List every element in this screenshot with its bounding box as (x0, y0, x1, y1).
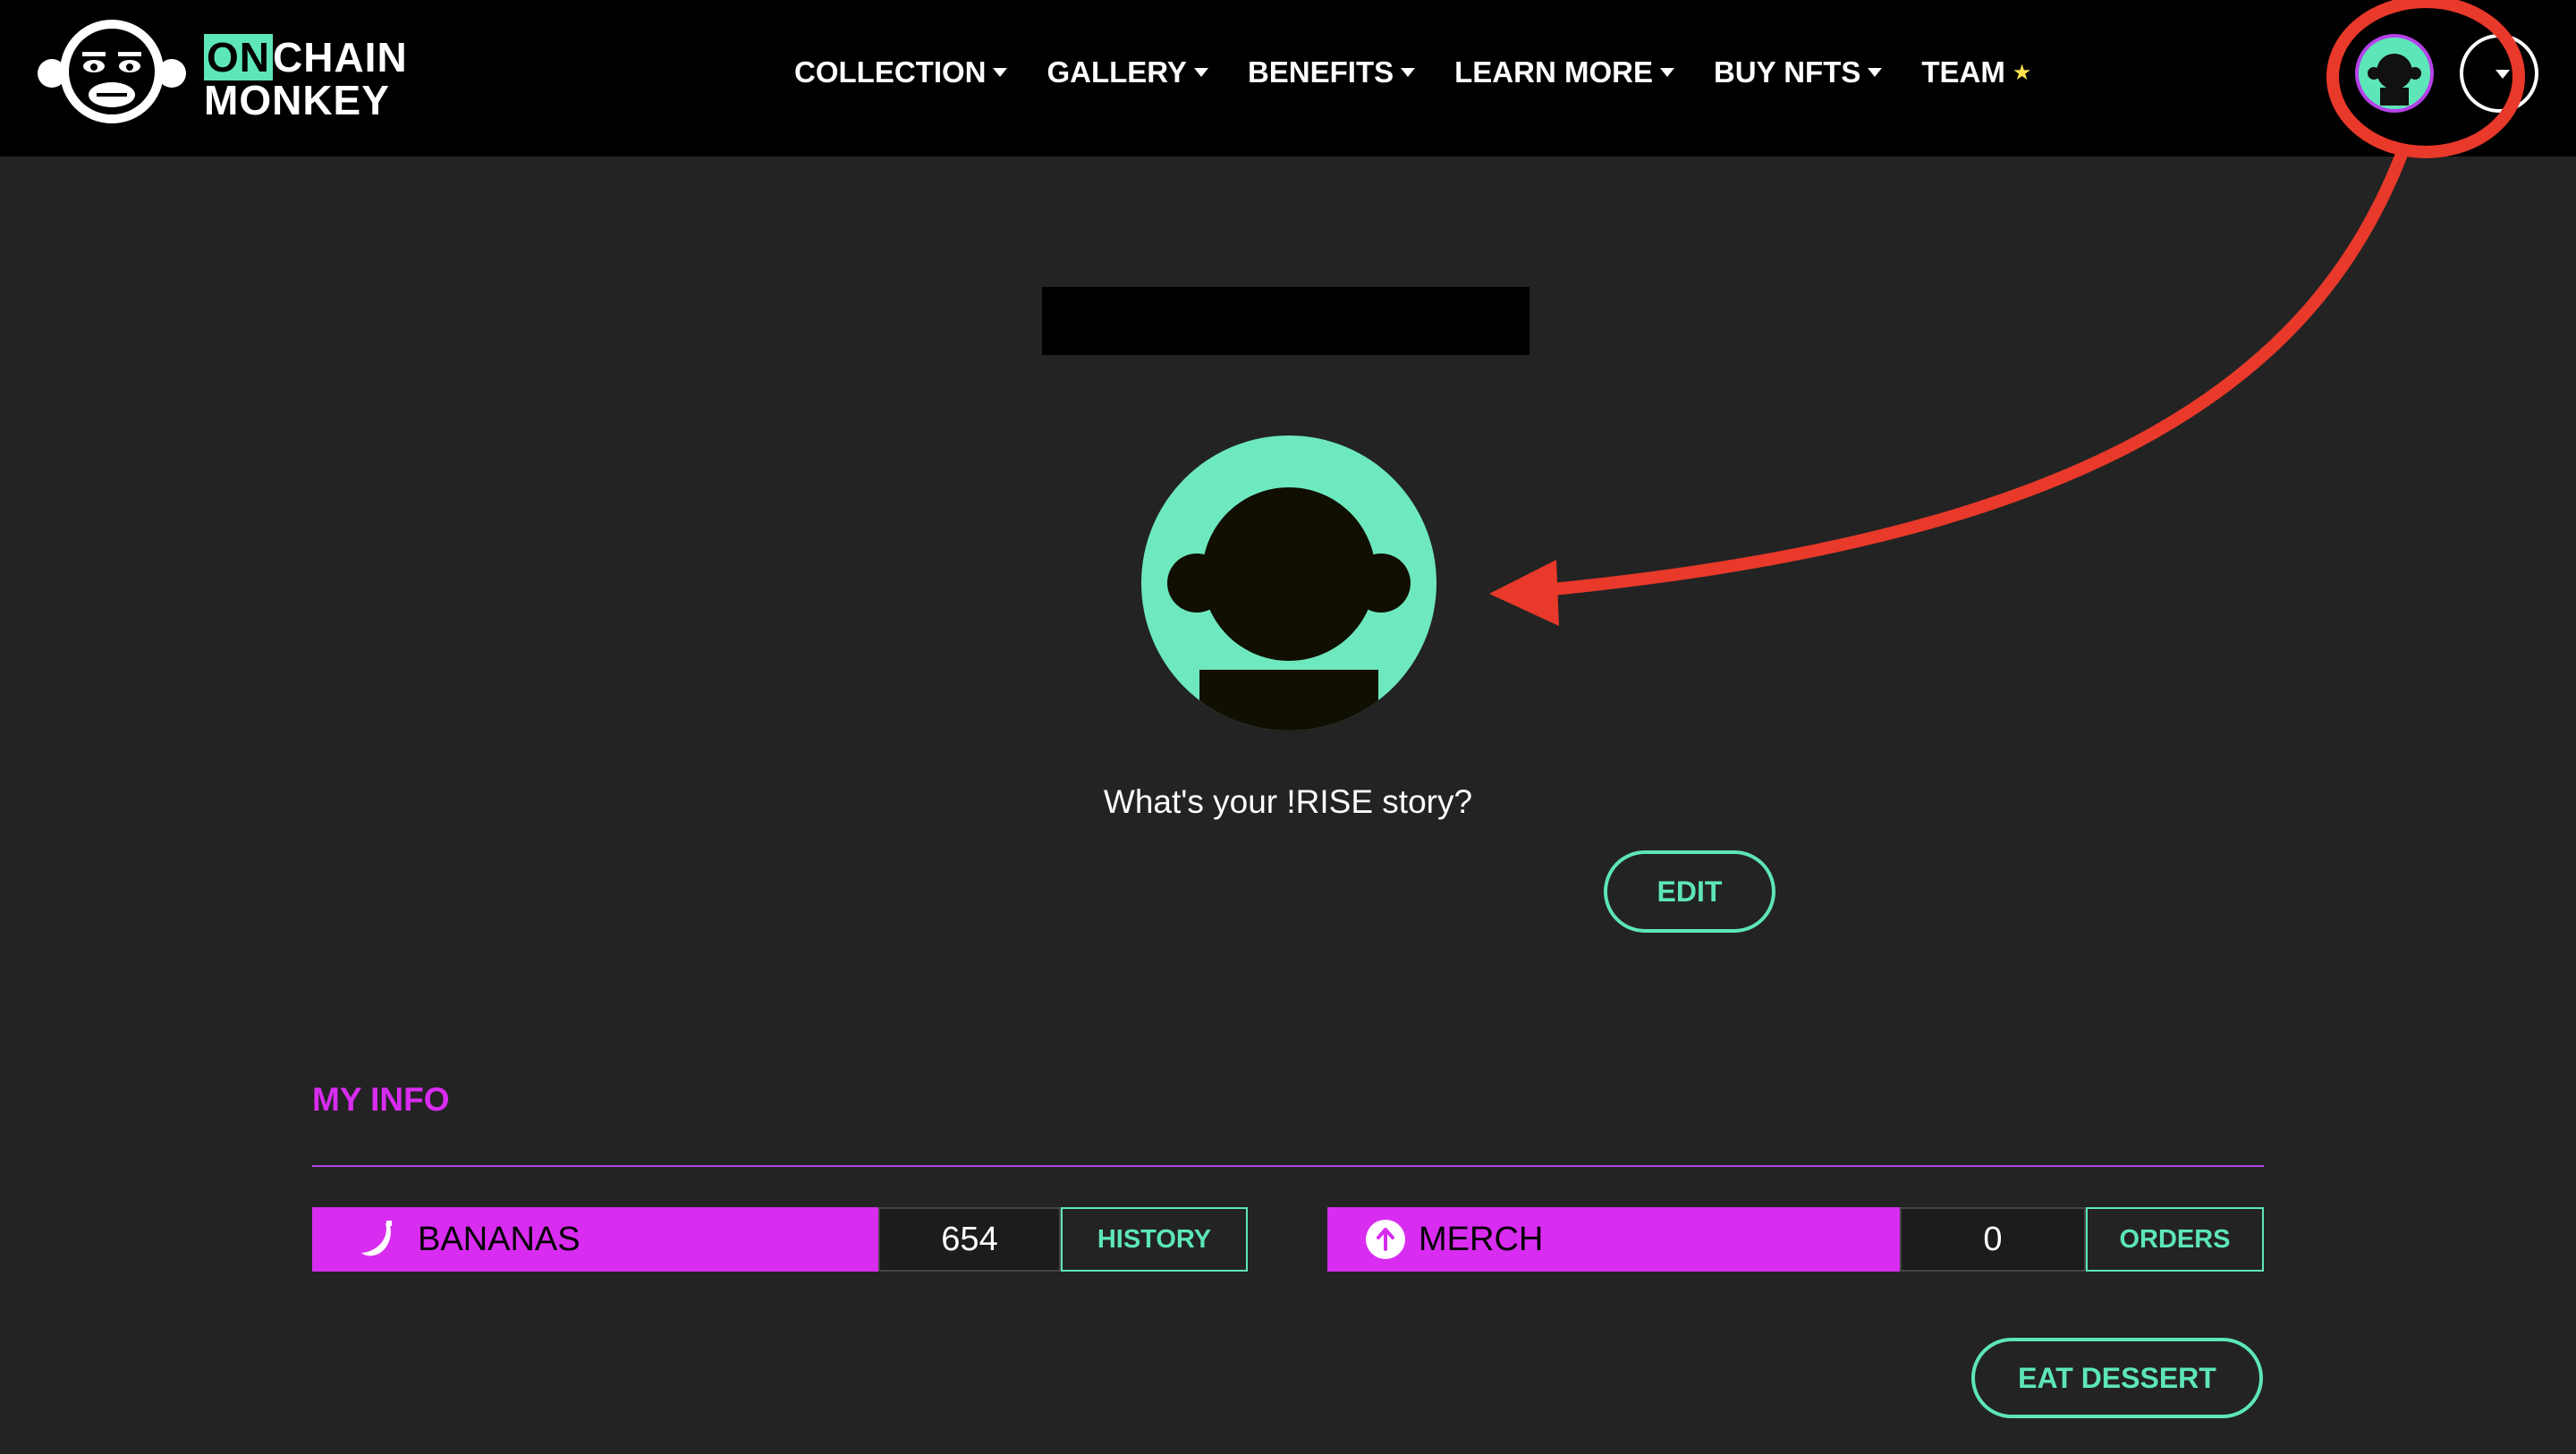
profile-avatar-icon[interactable] (1141, 435, 1436, 731)
user-avatar-button[interactable] (2355, 34, 2434, 113)
username-redacted (1042, 287, 1530, 355)
nav-item-team[interactable]: TEAM ★ (1921, 55, 2031, 89)
avatar-icon (2359, 38, 2430, 109)
nav-label: COLLECTION (794, 55, 987, 89)
caret-down-icon (993, 68, 1008, 77)
brand-monkey: MONKEY (204, 77, 390, 123)
nav-label: GALLERY (1046, 55, 1187, 89)
caret-down-icon (1659, 68, 1674, 77)
caret-down-icon (1868, 68, 1883, 77)
bananas-row: BANANAS 654 HISTORY (312, 1207, 1248, 1272)
merch-label: MERCH (1419, 1220, 1544, 1258)
top-nav: ONCHAIN MONKEY COLLECTION GALLERY BENEFI… (0, 0, 2576, 156)
brand-on: ON (204, 34, 273, 80)
nav-item-learn-more[interactable]: LEARN MORE (1454, 55, 1674, 89)
brand-wordmark[interactable]: ONCHAIN MONKEY (204, 34, 408, 123)
arrow-up-circle-icon (1365, 1219, 1406, 1260)
bananas-label-cell: BANANAS (312, 1207, 878, 1272)
nav-item-collection[interactable]: COLLECTION (794, 55, 1008, 89)
caret-down-icon (1401, 68, 1416, 77)
story-prompt: What's your !RISE story? (1103, 783, 1473, 820)
edit-button[interactable]: EDIT (1604, 850, 1775, 933)
banana-icon (357, 1219, 398, 1260)
bananas-label: BANANAS (418, 1220, 580, 1258)
eat-dessert-button[interactable]: EAT DESSERT (1971, 1338, 2263, 1418)
merch-value: 0 (1900, 1207, 2086, 1272)
section-divider (312, 1165, 2264, 1167)
nav-item-buy-nfts[interactable]: BUY NFTS (1713, 55, 1883, 89)
nav-label: TEAM (1921, 55, 2005, 89)
bananas-value: 654 (878, 1207, 1061, 1272)
nav-label: BENEFITS (1247, 55, 1394, 89)
star-icon: ★ (2012, 60, 2032, 85)
monkey-logo-icon[interactable] (36, 18, 188, 125)
nav-item-benefits[interactable]: BENEFITS (1247, 55, 1416, 89)
account-dropdown-button[interactable] (2460, 34, 2538, 113)
my-info-title: MY INFO (312, 1081, 450, 1118)
history-button[interactable]: HISTORY (1061, 1207, 1248, 1272)
merch-row: MERCH 0 ORDERS (1327, 1207, 2264, 1272)
caret-down-icon (2496, 70, 2510, 79)
brand-chain: CHAIN (273, 34, 408, 80)
nav-label: LEARN MORE (1454, 55, 1653, 89)
nav-label: BUY NFTS (1713, 55, 1861, 89)
main-menu: COLLECTION GALLERY BENEFITS LEARN MORE B… (794, 55, 2031, 89)
caret-down-icon (1193, 68, 1208, 77)
orders-button[interactable]: ORDERS (2086, 1207, 2264, 1272)
merch-label-cell: MERCH (1327, 1207, 1900, 1272)
nav-item-gallery[interactable]: GALLERY (1046, 55, 1208, 89)
